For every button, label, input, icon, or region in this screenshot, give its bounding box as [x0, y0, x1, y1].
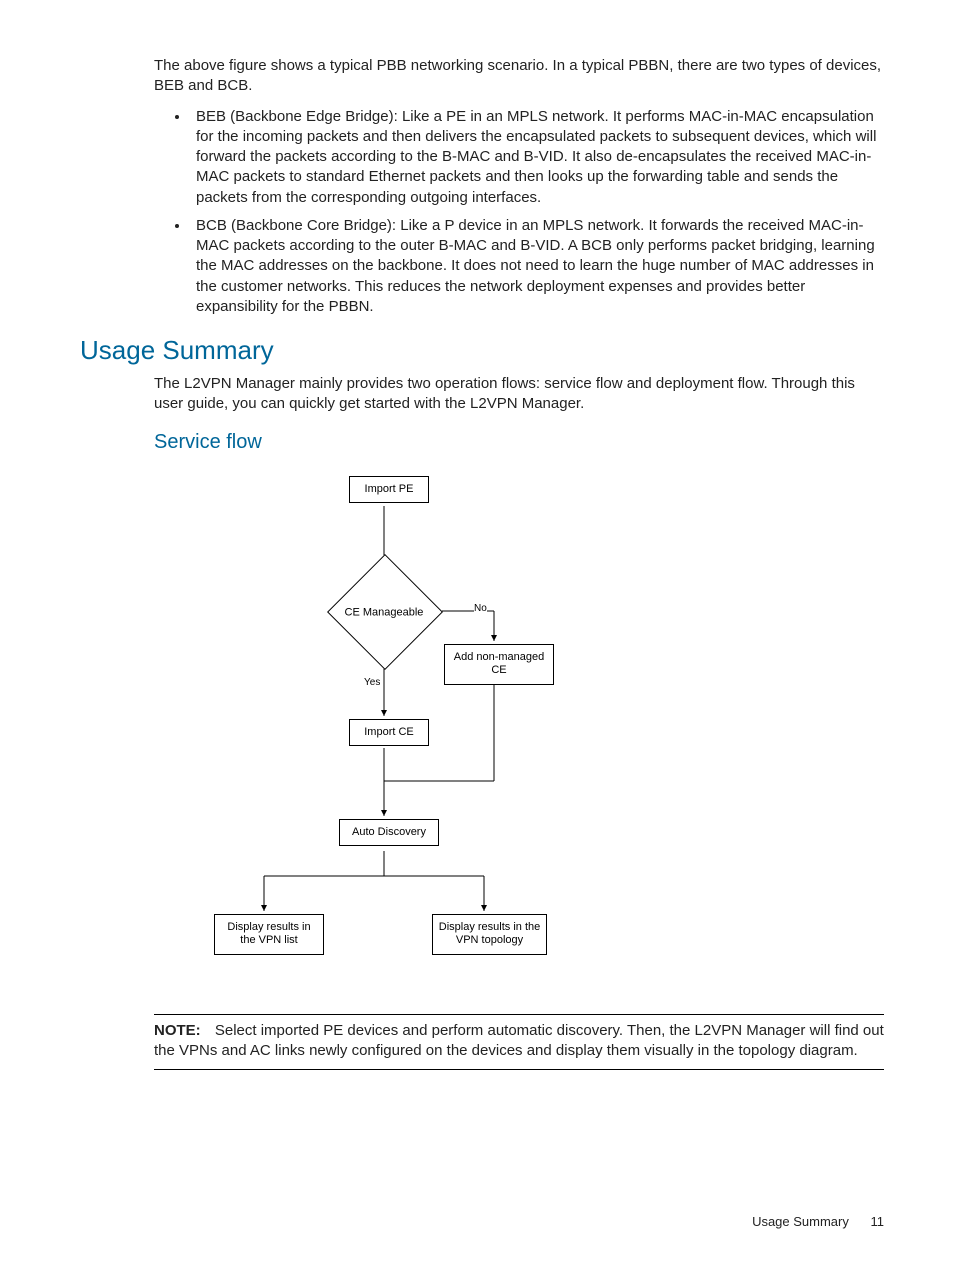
note-block: NOTE: Select imported PE devices and per…: [154, 1014, 884, 1071]
footer-section-title: Usage Summary: [752, 1214, 849, 1229]
flow-result-vpn-list: Display results in the VPN list: [214, 914, 324, 956]
flow-label-yes: Yes: [364, 676, 380, 690]
flow-label-no: No: [474, 602, 487, 616]
flow-auto-discovery: Auto Discovery: [339, 819, 439, 847]
flow-result-vpn-topology: Display results in the VPN topology: [432, 914, 547, 956]
note-label: NOTE:: [154, 1022, 201, 1039]
flow-import-ce: Import CE: [349, 719, 429, 747]
page-number: 11: [871, 1214, 885, 1229]
flowchart: Import PE CE Manageable No Yes Add non-m…: [154, 466, 574, 986]
heading-service-flow: Service flow: [154, 429, 884, 456]
heading-usage-summary: Usage Summary: [80, 333, 884, 368]
intro-paragraph: The above figure shows a typical PBB net…: [154, 56, 884, 97]
list-item: BEB (Backbone Edge Bridge): Like a PE in…: [190, 107, 884, 208]
list-item: BCB (Backbone Core Bridge): Like a P dev…: [190, 216, 884, 317]
note-text: Select imported PE devices and perform a…: [154, 1022, 884, 1059]
page-footer: Usage Summary 11: [752, 1213, 884, 1231]
summary-paragraph: The L2VPN Manager mainly provides two op…: [154, 374, 884, 415]
flow-import-pe: Import PE: [349, 476, 429, 504]
flow-add-non-managed-ce: Add non-managed CE: [444, 644, 554, 686]
flow-decision-ce-manageable: CE Manageable: [327, 554, 443, 670]
definition-list: BEB (Backbone Edge Bridge): Like a PE in…: [154, 107, 884, 318]
